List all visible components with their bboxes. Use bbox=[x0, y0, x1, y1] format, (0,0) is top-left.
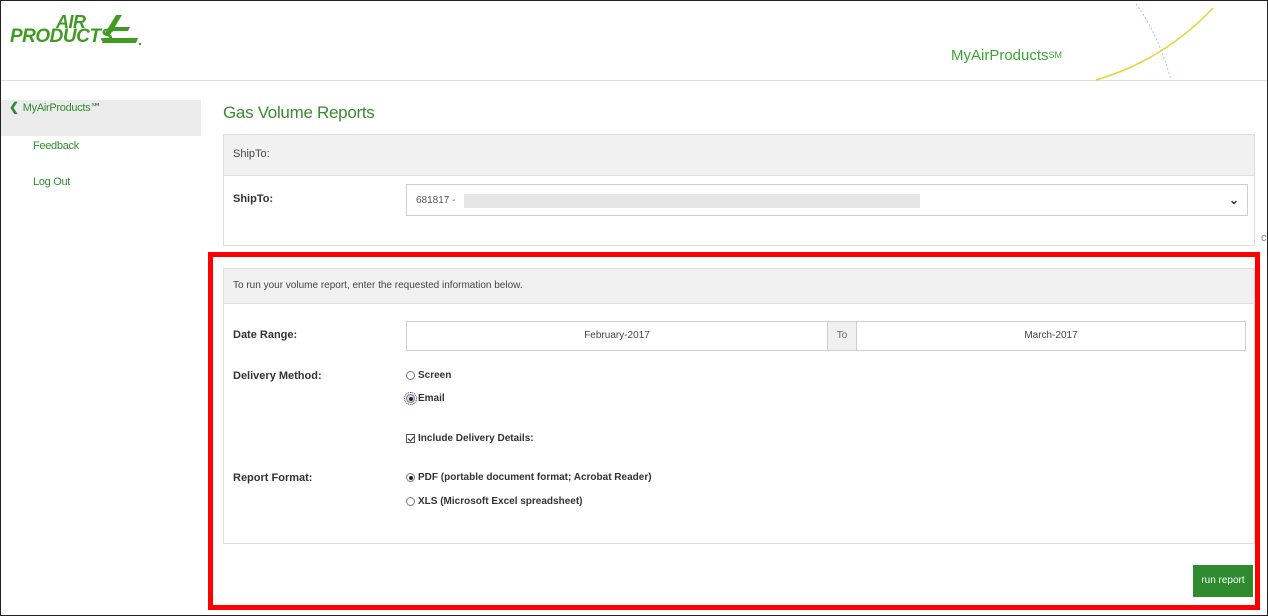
shipto-section-header: ShipTo: bbox=[223, 134, 1255, 176]
decorative-swoosh-icon bbox=[1095, 3, 1214, 81]
sidebar-item-myairproducts[interactable]: ❮ MyAirProducts℠ bbox=[1, 100, 201, 136]
logo-mark-icon bbox=[102, 15, 142, 46]
shipto-select[interactable]: 681817 - ⌄ bbox=[406, 184, 1248, 216]
app-header: AIR PRODUCTS MyAirProductsSM bbox=[1, 1, 1267, 81]
red-highlight-box bbox=[208, 252, 1260, 610]
sidebar: ❮ MyAirProducts℠ Feedback Log Out bbox=[1, 100, 201, 212]
air-products-logo[interactable]: AIR PRODUCTS bbox=[10, 13, 150, 49]
sidebar-item-label: MyAirProducts℠ bbox=[22, 102, 102, 114]
shipto-section-body: ShipTo: 681817 - ⌄ bbox=[223, 176, 1255, 246]
edge-artifact: c bbox=[1261, 232, 1267, 244]
brand-text: MyAirProducts bbox=[951, 47, 1049, 64]
shipto-label: ShipTo: bbox=[233, 193, 274, 205]
sidebar-item-logout[interactable]: Log Out bbox=[1, 176, 201, 212]
sidebar-item-feedback[interactable]: Feedback bbox=[1, 140, 201, 176]
chevron-left-icon: ❮ bbox=[9, 100, 19, 114]
service-mark: SM bbox=[1048, 50, 1063, 60]
brand-name: MyAirProductsSM bbox=[951, 47, 1062, 65]
page-title: Gas Volume Reports bbox=[223, 103, 375, 122]
shipto-selected-value: 681817 - bbox=[416, 195, 456, 206]
chevron-down-icon: ⌄ bbox=[1228, 193, 1239, 207]
shipto-section-title: ShipTo: bbox=[233, 148, 270, 160]
redacted-text bbox=[464, 194, 920, 208]
logo-line2: PRODUCTS bbox=[10, 26, 113, 47]
